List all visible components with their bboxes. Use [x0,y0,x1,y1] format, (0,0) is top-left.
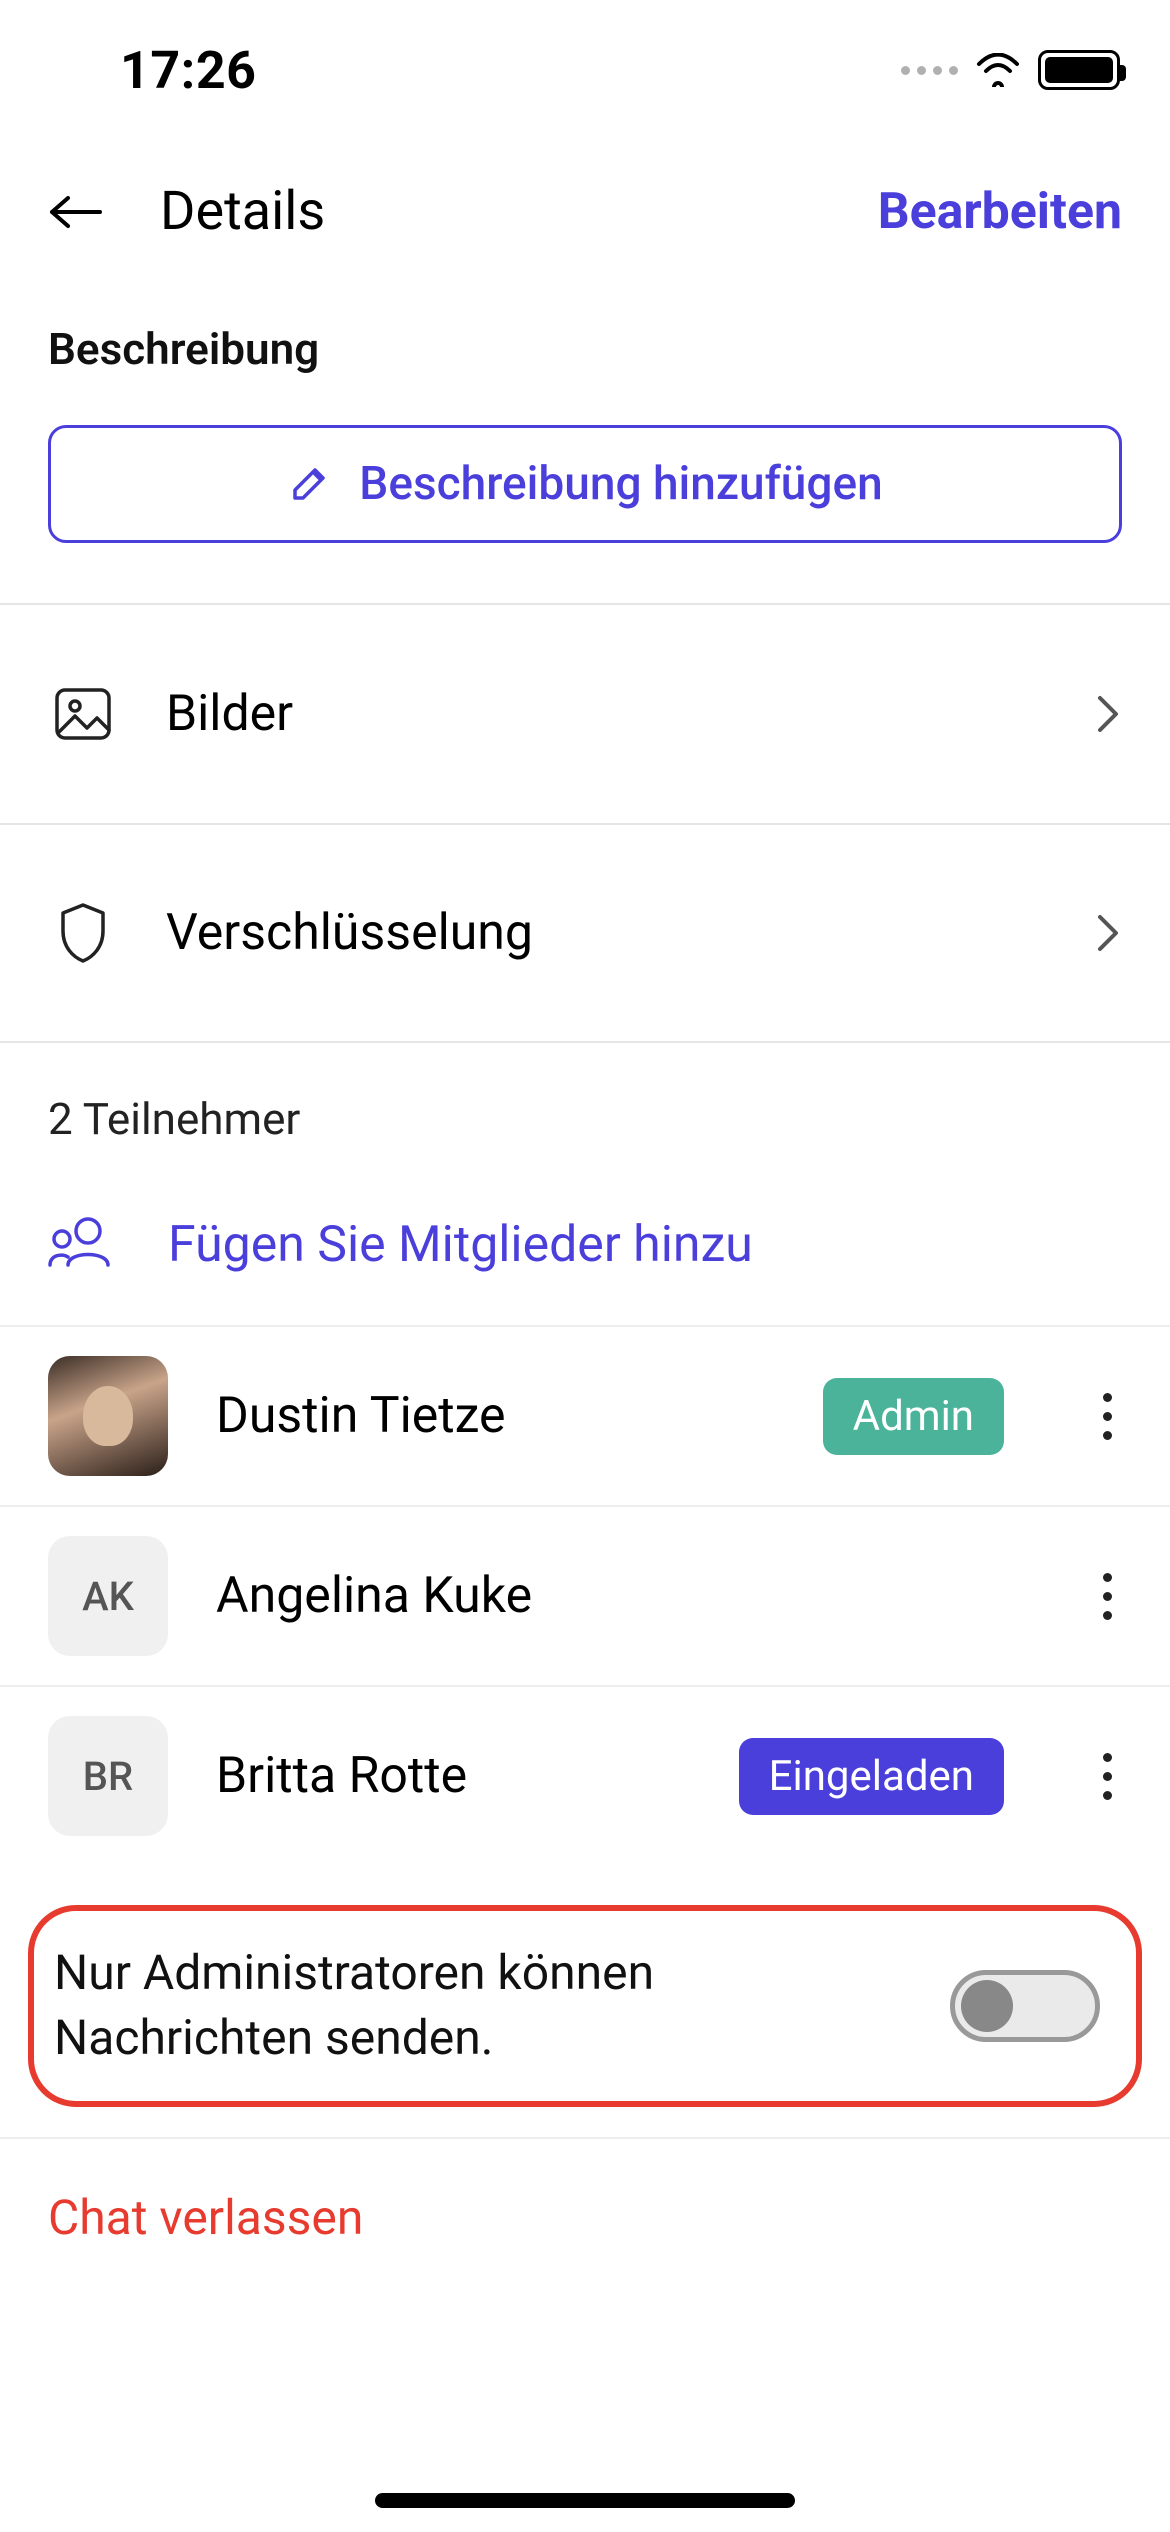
edit-button[interactable]: Bearbeiten [878,183,1122,241]
member-name: Dustin Tietze [216,1387,775,1445]
more-options-button[interactable] [1092,1393,1122,1440]
participants-count: 2 Teilnehmer [0,1043,1170,1175]
page-title: Details [160,180,878,243]
member-name: Angelina Kuke [216,1567,1004,1625]
chevron-right-icon [1094,911,1122,955]
shield-icon [48,901,118,965]
status-bar: 17:26 [0,0,1170,140]
images-label: Bilder [166,685,1094,743]
member-row[interactable]: BR Britta Rotte Eingeladen [0,1685,1170,1865]
more-options-button[interactable] [1092,1753,1122,1800]
avatar: AK [48,1536,168,1656]
status-time: 17:26 [120,40,257,101]
add-description-label: Beschreibung hinzufügen [359,457,882,511]
add-description-button[interactable]: Beschreibung hinzufügen [48,425,1122,543]
wifi-icon [976,53,1020,87]
encryption-label: Verschlüsselung [166,904,1094,962]
back-button[interactable] [48,192,108,232]
add-members-label: Fügen Sie Mitglieder hinzu [168,1216,753,1274]
settings-list: Bilder Verschlüsselung [0,603,1170,1043]
member-name: Britta Rotte [216,1747,691,1805]
description-section-label: Beschreibung [0,283,1170,405]
admin-only-send-setting: Nur Administratoren können Nachrichten s… [28,1905,1142,2107]
status-indicators [901,50,1120,90]
member-row[interactable]: AK Angelina Kuke [0,1505,1170,1685]
toggle-knob [961,1980,1013,2032]
invited-badge: Eingeladen [739,1738,1004,1815]
more-options-button[interactable] [1092,1573,1122,1620]
home-indicator[interactable] [375,2493,795,2508]
avatar: BR [48,1716,168,1836]
images-row[interactable]: Bilder [0,603,1170,823]
admin-only-label: Nur Administratoren können Nachrichten s… [54,1941,920,2071]
member-row[interactable]: Dustin Tietze Admin [0,1325,1170,1505]
admin-badge: Admin [823,1378,1004,1455]
pencil-icon [287,462,331,506]
leave-chat-button[interactable]: Chat verlassen [0,2139,1170,2296]
chevron-right-icon [1094,692,1122,736]
nav-bar: Details Bearbeiten [0,140,1170,283]
avatar [48,1356,168,1476]
people-plus-icon [48,1215,120,1275]
cellular-dots-icon [901,66,958,75]
encryption-row[interactable]: Verschlüsselung [0,823,1170,1043]
admin-only-toggle[interactable] [950,1970,1100,2042]
image-icon [48,686,118,742]
battery-icon [1038,50,1120,90]
add-members-button[interactable]: Fügen Sie Mitglieder hinzu [0,1175,1170,1325]
